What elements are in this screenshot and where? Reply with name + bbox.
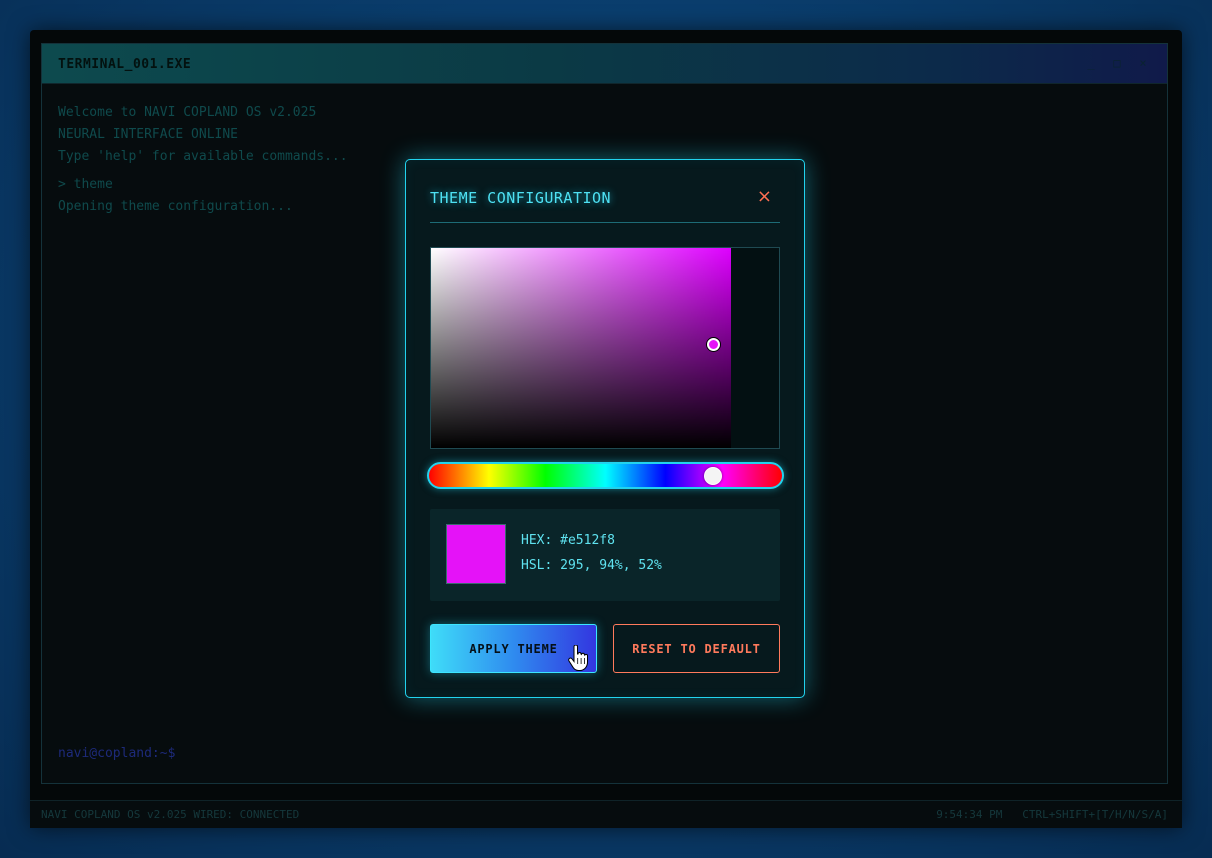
terminal-line: Welcome to NAVI COPLAND OS v2.025 [58, 105, 317, 120]
hand-cursor-icon [568, 645, 588, 671]
hex-value: HEX: #e512f8 [521, 533, 615, 548]
theme-config-modal: THEME CONFIGURATION × HEX: #e512f8 HSL: … [405, 159, 805, 698]
hsl-value: HSL: 295, 94%, 52% [521, 558, 662, 573]
terminal-titlebar[interactable]: TERMINAL_001.EXE _ □ × [42, 44, 1167, 84]
saturation-value-area[interactable] [431, 248, 731, 448]
hue-slider[interactable] [427, 462, 784, 489]
terminal-title: TERMINAL_001.EXE [58, 57, 192, 72]
window-controls: _ □ × [1085, 56, 1149, 70]
terminal-prompt[interactable]: navi@copland:~$ [58, 746, 175, 761]
color-swatch [446, 524, 506, 584]
color-picker-handle[interactable] [707, 338, 720, 351]
modal-header: THEME CONFIGURATION × [430, 186, 780, 223]
close-icon[interactable]: × [757, 186, 772, 207]
minimize-icon[interactable]: _ [1085, 56, 1097, 70]
modal-title: THEME CONFIGURATION [430, 189, 612, 207]
status-right: 9:54:34 PM CTRL+SHIFT+[T/H/N/S/A] [936, 801, 1168, 829]
status-bar: NAVI COPLAND OS v2.025 WIRED: CONNECTED … [30, 800, 1182, 828]
terminal-line: NEURAL INTERFACE ONLINE [58, 127, 239, 142]
hue-slider-handle[interactable] [704, 467, 722, 485]
status-shortcut: CTRL+SHIFT+[T/H/N/S/A] [1022, 808, 1168, 821]
color-picker [430, 247, 780, 449]
color-info: HEX: #e512f8 HSL: 295, 94%, 52% [430, 509, 780, 601]
status-time: 9:54:34 PM [936, 808, 1003, 821]
reset-default-button[interactable]: RESET TO DEFAULT [613, 624, 780, 673]
maximize-icon[interactable]: □ [1111, 56, 1123, 70]
close-window-icon[interactable]: × [1137, 56, 1149, 70]
status-system-info: NAVI COPLAND OS v2.025 WIRED: CONNECTED [41, 808, 300, 821]
